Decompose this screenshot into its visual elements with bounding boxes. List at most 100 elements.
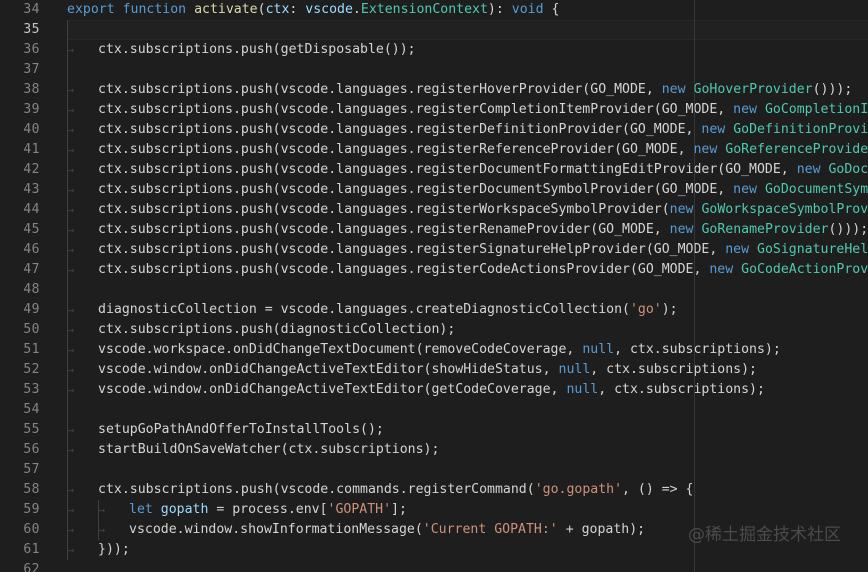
line-number[interactable]: 44 (0, 200, 40, 220)
line-number[interactable]: 46 (0, 240, 40, 260)
code-line[interactable]: ctx.subscriptions.push(vscode.languages.… (98, 80, 852, 100)
code-token: + gopath); (558, 522, 645, 537)
code-line[interactable]: ctx.subscriptions.push(vscode.languages.… (98, 120, 868, 140)
code-token: : (289, 2, 305, 17)
code-line[interactable]: vscode.window.onDidChangeActiveTextEdito… (98, 380, 765, 400)
code-token: vscode.window.onDidChangeActiveTextEdito… (98, 382, 566, 397)
line-number[interactable]: 43 (0, 180, 40, 200)
code-token: ctx.subscriptions.push(vscode.languages.… (98, 82, 662, 97)
code-token: GoWorkspaceSymbolProvider (701, 202, 868, 217)
code-token: 'GOPATH' (328, 502, 392, 517)
code-token: GoCompletionItemProvider (765, 102, 868, 117)
code-line[interactable]: ctx.subscriptions.push(vscode.languages.… (98, 240, 868, 260)
code-line[interactable]: startBuildOnSaveWatcher(ctx.subscription… (98, 440, 439, 460)
code-line[interactable]: ctx.subscriptions.push(getDisposable()); (98, 40, 416, 60)
line-number[interactable]: 60 (0, 520, 40, 540)
code-line[interactable]: ctx.subscriptions.push(vscode.languages.… (98, 260, 868, 280)
line-number[interactable]: 59 (0, 500, 40, 520)
code-token: ctx.subscriptions.push(vscode.languages.… (98, 262, 709, 277)
line-number[interactable]: 57 (0, 460, 40, 480)
code-line[interactable]: ctx.subscriptions.push(vscode.languages.… (98, 200, 868, 220)
line-number[interactable]: 55 (0, 420, 40, 440)
line-number[interactable]: 56 (0, 440, 40, 460)
code-token: ctx (98, 42, 122, 57)
line-number[interactable]: 51 (0, 340, 40, 360)
code-token: ctx.subscriptions.push(vscode.commands.r… (98, 482, 535, 497)
code-token: GoRenameProvider (701, 222, 828, 237)
code-line[interactable]: vscode.workspace.onDidChangeTextDocument… (98, 340, 781, 360)
code-token: gopath (161, 502, 209, 517)
line-number[interactable]: 38 (0, 80, 40, 100)
code-line[interactable]: ctx.subscriptions.push(vscode.languages.… (98, 160, 868, 180)
code-line[interactable]: })); (98, 540, 130, 560)
code-line[interactable]: setupGoPathAndOfferToInstallTools(); (98, 420, 384, 440)
code-line[interactable]: export function activate(ctx: vscode.Ext… (67, 0, 559, 20)
code-token: ctx (266, 2, 290, 17)
code-content[interactable]: export function activate(ctx: vscode.Ext… (48, 0, 868, 572)
code-line[interactable]: ctx.subscriptions.push(vscode.languages.… (98, 100, 868, 120)
code-token: ctx.subscriptions.push(vscode.languages.… (98, 222, 670, 237)
code-token: new (733, 182, 757, 197)
line-number[interactable]: 34 (0, 0, 40, 20)
code-token: GoHoverProvider (694, 82, 813, 97)
code-token: startBuildOnSaveWatcher(ctx.subscription… (98, 442, 439, 457)
code-token: , ctx.subscriptions); (590, 362, 757, 377)
code-token (749, 242, 757, 257)
line-number[interactable]: 35 (0, 20, 40, 40)
code-line[interactable]: let gopath = process.env['GOPATH']; (129, 500, 407, 520)
line-number[interactable]: 50 (0, 320, 40, 340)
code-token: null (559, 362, 591, 377)
code-token: ())); (828, 222, 868, 237)
code-token: GoReferenceProvider (725, 142, 868, 157)
line-number[interactable]: 40 (0, 120, 40, 140)
code-token: new (693, 142, 717, 157)
line-number[interactable]: 61 (0, 540, 40, 560)
line-number[interactable]: 48 (0, 280, 40, 300)
code-line[interactable]: ctx.subscriptions.push(vscode.commands.r… (98, 480, 694, 500)
code-token: new (797, 162, 821, 177)
line-number[interactable]: 39 (0, 100, 40, 120)
line-number[interactable]: 37 (0, 60, 40, 80)
code-token: export (67, 2, 115, 17)
code-line[interactable]: diagnosticCollection = vscode.languages.… (98, 300, 678, 320)
code-line[interactable]: ctx.subscriptions.push(vscode.languages.… (98, 140, 868, 160)
code-line[interactable] (67, 460, 75, 480)
code-line[interactable] (67, 280, 75, 300)
line-number[interactable]: 58 (0, 480, 40, 500)
line-number[interactable]: 62 (0, 560, 40, 572)
code-token: ()); (384, 42, 416, 57)
line-number[interactable]: 45 (0, 220, 40, 240)
code-token: ctx.subscriptions.push(vscode.languages.… (98, 242, 725, 257)
line-number[interactable]: 54 (0, 400, 40, 420)
code-line[interactable] (67, 400, 75, 420)
line-number[interactable]: 36 (0, 40, 40, 60)
code-line[interactable]: vscode.window.showInformationMessage('Cu… (129, 520, 645, 540)
line-number[interactable]: 49 (0, 300, 40, 320)
code-line[interactable]: ctx.subscriptions.push(vscode.languages.… (98, 220, 868, 240)
code-line[interactable] (67, 20, 75, 40)
code-editor[interactable]: export function activate(ctx: vscode.Ext… (0, 0, 868, 572)
line-number[interactable]: 53 (0, 380, 40, 400)
line-number[interactable]: 47 (0, 260, 40, 280)
code-token: new (670, 202, 694, 217)
code-token: ( (258, 2, 266, 17)
code-token: new (670, 222, 694, 237)
code-line[interactable]: ctx.subscriptions.push(diagnosticCollect… (98, 320, 455, 340)
line-number[interactable]: 41 (0, 140, 40, 160)
code-line[interactable]: ctx.subscriptions.push(vscode.languages.… (98, 180, 868, 200)
code-token: diagnosticCollection = vscode.languages.… (98, 302, 630, 317)
code-token: GoCodeActionProvider (741, 262, 868, 277)
code-line[interactable] (67, 60, 75, 80)
line-number-gutter[interactable]: 3435363738394041424344454647484950515253… (0, 0, 48, 572)
code-line[interactable] (67, 560, 75, 572)
code-token: ctx.subscriptions.push(vscode.languages.… (98, 182, 733, 197)
line-number[interactable]: 42 (0, 160, 40, 180)
line-number[interactable]: 52 (0, 360, 40, 380)
code-token: })); (98, 542, 130, 557)
code-token: vscode.workspace.onDidChangeTextDocument… (98, 342, 582, 357)
code-token: new (709, 262, 733, 277)
code-token: new (725, 242, 749, 257)
code-token (725, 122, 733, 137)
code-line[interactable]: vscode.window.onDidChangeActiveTextEdito… (98, 360, 757, 380)
code-token: = process.env[ (208, 502, 327, 517)
